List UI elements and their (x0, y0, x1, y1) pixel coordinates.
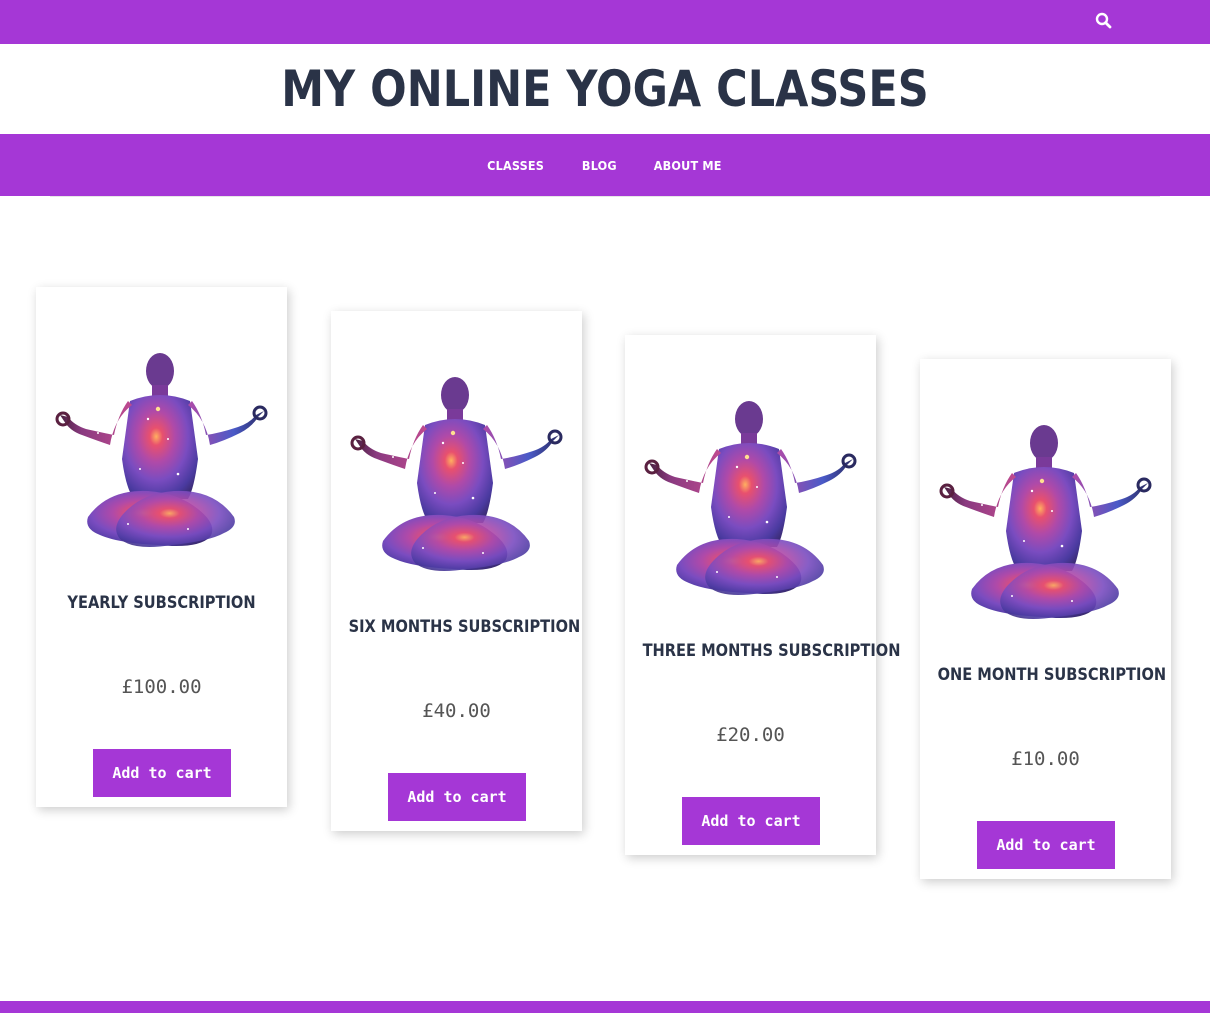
footer-bar (0, 1001, 1210, 1013)
product-price: £100.00 (121, 676, 202, 698)
nav-item-classes[interactable]: CLASSES (487, 158, 544, 173)
product-title[interactable]: YEARLY SUBSCRIPTION (54, 593, 270, 613)
nav-item-about-me[interactable]: ABOUT ME (654, 158, 722, 173)
add-to-cart-button[interactable]: Add to cart (388, 773, 526, 821)
meditation-silhouette-icon[interactable] (637, 397, 864, 607)
product-card-six-months: SIX MONTHS SUBSCRIPTION £40.00 Add to ca… (331, 311, 582, 831)
product-price: £40.00 (422, 700, 491, 722)
meditation-silhouette-icon[interactable] (343, 373, 570, 583)
meditation-silhouette-icon[interactable] (932, 421, 1159, 631)
product-price: £20.00 (716, 724, 785, 746)
product-title[interactable]: THREE MONTHS SUBSCRIPTION (643, 641, 901, 661)
meditation-silhouette-icon[interactable] (48, 349, 275, 559)
top-bar (0, 0, 1210, 44)
add-to-cart-button[interactable]: Add to cart (977, 821, 1115, 869)
product-card-three-months: THREE MONTHS SUBSCRIPTION £20.00 Add to … (625, 335, 901, 855)
product-title[interactable]: ONE MONTH SUBSCRIPTION (938, 665, 1167, 685)
product-title[interactable]: SIX MONTHS SUBSCRIPTION (349, 617, 581, 637)
add-to-cart-button[interactable]: Add to cart (682, 797, 820, 845)
site-title[interactable]: MY ONLINE YOGA CLASSES (85, 44, 1126, 134)
search-icon[interactable] (1093, 10, 1115, 32)
product-card-one-month: ONE MONTH SUBSCRIPTION £10.00 Add to car… (920, 359, 1171, 879)
nav-item-blog[interactable]: BLOG (581, 158, 616, 173)
add-to-cart-button[interactable]: Add to cart (93, 749, 231, 797)
divider (50, 196, 1160, 197)
product-price: £10.00 (1011, 748, 1080, 770)
product-card-yearly: YEARLY SUBSCRIPTION £100.00 Add to cart (36, 287, 287, 807)
main-navigation: CLASSES BLOG ABOUT ME (0, 134, 1210, 196)
